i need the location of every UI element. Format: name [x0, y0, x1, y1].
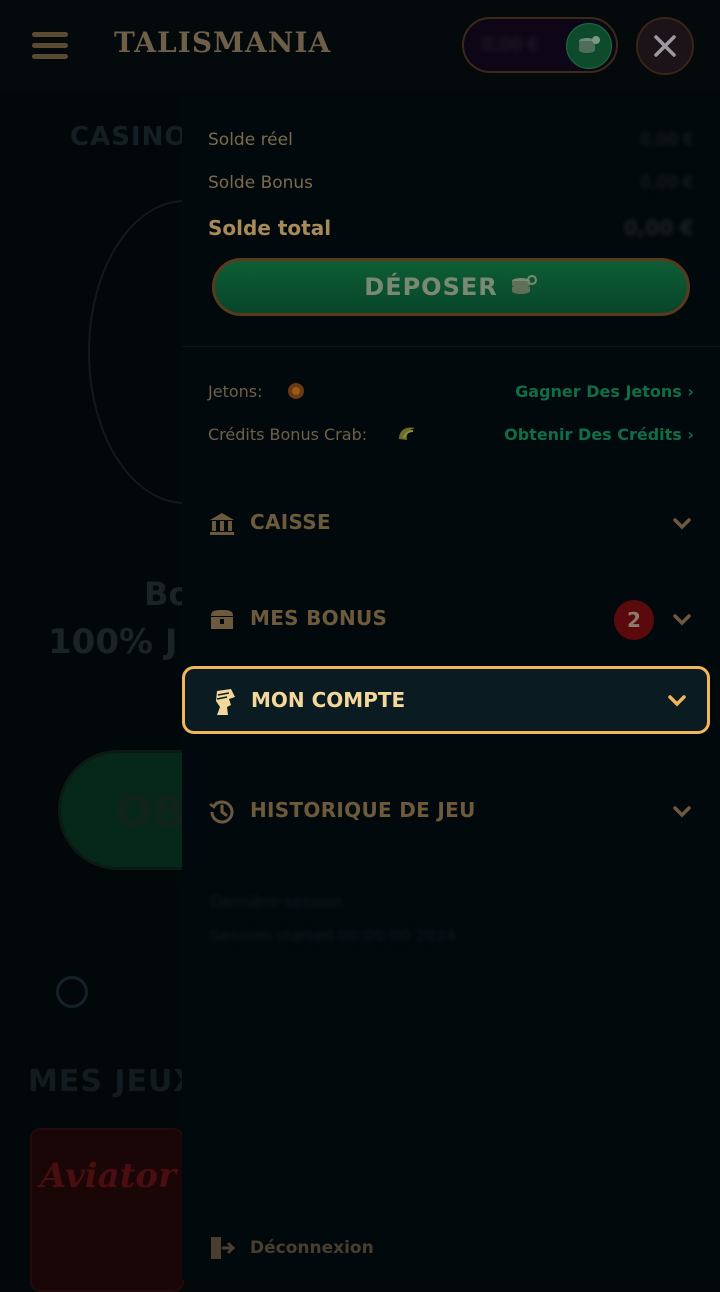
header-balance: 0,00 €	[482, 34, 540, 55]
hamburger-menu-icon[interactable]	[32, 32, 68, 60]
coins-icon[interactable]	[566, 23, 612, 69]
menu-label-caisse: CAISSE	[250, 510, 331, 534]
chevron-down-icon	[673, 614, 691, 626]
bonus-balance-label: Solde Bonus	[208, 173, 314, 193]
earn-jetons-link[interactable]: Gagner Des Jetons ›	[515, 382, 694, 401]
treasure-chest-icon	[211, 610, 233, 629]
deposit-button[interactable]: DÉPOSER	[212, 258, 690, 316]
coins-icon	[511, 275, 537, 294]
menu-item-historique[interactable]: HISTORIQUE DE JEU	[182, 778, 720, 846]
bg-casino-label: CASINO	[70, 122, 188, 152]
logout-button[interactable]: Déconnexion	[208, 1234, 374, 1262]
real-balance-label: Solde réel	[208, 130, 293, 150]
total-balance-label: Solde total	[208, 216, 332, 240]
chevron-down-icon	[673, 518, 691, 530]
real-balance-value: 0,00 €	[639, 130, 694, 150]
divider	[182, 346, 720, 347]
menu-label-mes-bonus: MES BONUS	[250, 606, 388, 630]
menu-item-caisse[interactable]: CAISSE	[182, 490, 720, 558]
bg-search-icon	[56, 976, 88, 1008]
history-icon	[209, 800, 234, 824]
logout-label: Déconnexion	[250, 1238, 374, 1258]
bg-section-title: MES JEUX	[28, 1064, 198, 1099]
jetons-label: Jetons:	[208, 382, 263, 401]
balance-pill[interactable]: 0,00 €	[462, 17, 618, 73]
menu-label-mon-compte: MON COMPTE	[251, 688, 406, 712]
bg-game-card: Aviator	[30, 1128, 184, 1292]
bg-bonus-subtitle: 100% J	[48, 622, 178, 662]
top-bar: TALISMANIA 0,00 €	[0, 0, 720, 92]
deposit-button-label: DÉPOSER	[364, 273, 498, 301]
menu-item-mon-compte[interactable]: MON COMPTE	[182, 666, 710, 734]
token-coin-icon	[288, 383, 304, 399]
pharaoh-head-icon	[216, 689, 235, 715]
bonus-count-badge: 2	[614, 600, 654, 640]
crab-credit-icon	[399, 427, 415, 440]
chevron-down-icon	[673, 806, 691, 818]
last-session-date: Session started 00:00:00 2024	[210, 926, 457, 945]
get-credits-link[interactable]: Obtenir Des Crédits ›	[504, 425, 694, 444]
total-balance-value: 0,00 €	[623, 216, 694, 240]
site-logo[interactable]: TALISMANIA	[114, 26, 331, 59]
menu-label-historique: HISTORIQUE DE JEU	[250, 798, 476, 822]
bonus-balance-value: 0,00 €	[639, 173, 694, 193]
chevron-down-icon	[668, 695, 686, 707]
logout-door-icon	[211, 1237, 236, 1259]
menu-item-mes-bonus[interactable]: MES BONUS 2	[182, 586, 720, 654]
credits-label: Crédits Bonus Crab:	[208, 425, 368, 444]
bank-icon	[210, 513, 234, 535]
close-icon[interactable]	[636, 17, 694, 75]
last-session-label: Dernière session	[210, 892, 344, 911]
